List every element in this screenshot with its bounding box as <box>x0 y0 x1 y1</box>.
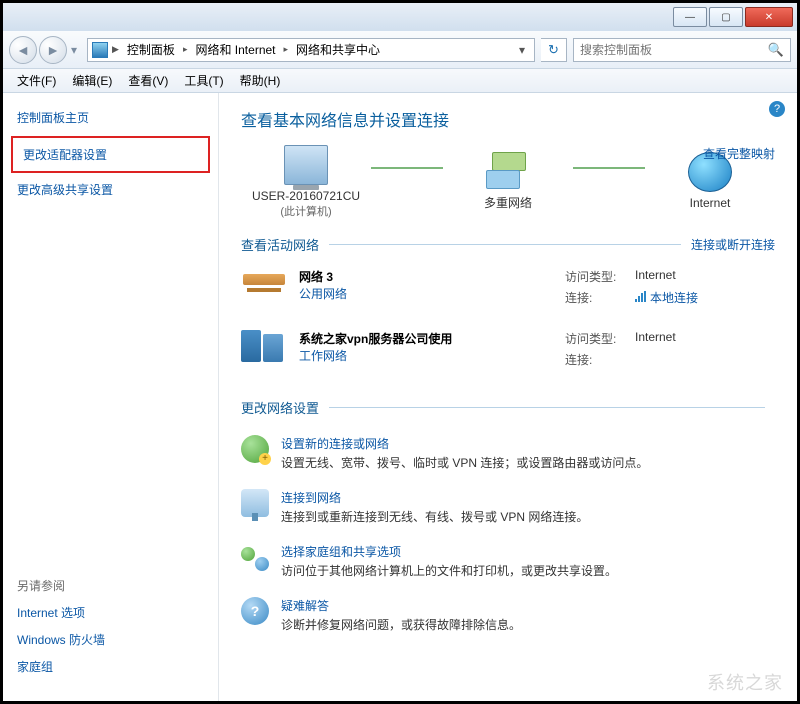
menu-help[interactable]: 帮助(H) <box>232 72 289 89</box>
page-title: 查看基本网络信息并设置连接 <box>241 107 775 131</box>
change-adapter-settings-link[interactable]: 更改适配器设置 <box>23 148 107 162</box>
network-category-link[interactable]: 工作网络 <box>299 349 347 363</box>
breadcrumb-item[interactable]: 控制面板 <box>123 41 179 58</box>
connect-disconnect-link[interactable]: 连接或断开连接 <box>691 236 775 253</box>
map-node-computer: USER-20160721CU (此计算机) <box>241 145 371 219</box>
task-link[interactable]: 连接到网络 <box>281 491 341 505</box>
task-link[interactable]: 设置新的连接或网络 <box>281 437 389 451</box>
breadcrumb-item[interactable]: 网络和共享中心 <box>292 41 384 58</box>
help-icon[interactable]: ? <box>769 101 785 117</box>
menu-file[interactable]: 文件(F) <box>9 72 64 89</box>
active-network-row: 系统之家vpn服务器公司使用 工作网络 访问类型:Internet 连接: <box>241 320 775 382</box>
homegroup-icon <box>241 543 269 571</box>
kv-label: 访问类型: <box>565 330 635 347</box>
history-dropdown[interactable]: ▾ <box>67 43 81 57</box>
map-label: 多重网络 <box>484 196 532 212</box>
task-link[interactable]: 选择家庭组和共享选项 <box>281 545 401 559</box>
network-name: 系统之家vpn服务器公司使用 <box>299 330 452 347</box>
breadcrumb-dropdown[interactable]: ▾ <box>514 43 530 57</box>
task-item: 连接到网络 连接到或重新连接到无线、有线、拨号或 VPN 网络连接。 <box>241 489 775 525</box>
window: — ▢ ✕ ◄ ► ▾ ▶ 控制面板 ▸ 网络和 Internet ▸ 网络和共… <box>0 0 800 704</box>
computer-icon <box>284 145 328 185</box>
map-label: Internet <box>690 196 731 212</box>
control-panel-home-link[interactable]: 控制面板主页 <box>17 109 204 126</box>
highlighted-link-box: 更改适配器设置 <box>11 136 210 173</box>
minimize-button[interactable]: — <box>673 7 707 27</box>
menubar: 文件(F) 编辑(E) 查看(V) 工具(T) 帮助(H) <box>3 69 797 93</box>
search-box[interactable]: 🔍 <box>573 38 791 62</box>
watermark: 系统之家 <box>707 669 783 695</box>
see-also: 另请参阅 Internet 选项 Windows 防火墙 家庭组 <box>17 577 204 685</box>
map-node-multi: 多重网络 <box>443 152 573 212</box>
task-desc: 访问位于其他网络计算机上的文件和打印机，或更改共享设置。 <box>281 562 617 579</box>
see-also-link[interactable]: Internet 选项 <box>17 604 204 621</box>
kv-label: 访问类型: <box>565 268 635 285</box>
titlebar: — ▢ ✕ <box>3 3 797 31</box>
control-panel-icon <box>92 42 108 58</box>
change-advanced-sharing-link[interactable]: 更改高级共享设置 <box>17 181 204 198</box>
active-network-row: 网络 3 公用网络 访问类型:Internet 连接:本地连接 <box>241 258 775 320</box>
breadcrumb[interactable]: ▶ 控制面板 ▸ 网络和 Internet ▸ 网络和共享中心 ▾ <box>87 38 535 62</box>
breadcrumb-sep: ▶ <box>112 44 119 55</box>
public-network-icon <box>241 268 285 306</box>
menu-edit[interactable]: 编辑(E) <box>64 72 120 89</box>
connection-icon <box>635 291 646 302</box>
see-also-link[interactable]: 家庭组 <box>17 658 204 675</box>
body: 控制面板主页 更改适配器设置 更改高级共享设置 另请参阅 Internet 选项… <box>3 93 797 701</box>
forward-button[interactable]: ► <box>39 36 67 64</box>
network-map: USER-20160721CU (此计算机) 多重网络 Internet 查看完… <box>241 145 775 219</box>
map-sublabel: (此计算机) <box>280 205 331 219</box>
menu-tools[interactable]: 工具(T) <box>176 72 231 89</box>
kv-label: 连接: <box>565 289 635 306</box>
main: ? 查看基本网络信息并设置连接 USER-20160721CU (此计算机) 多… <box>219 93 797 701</box>
breadcrumb-item[interactable]: 网络和 Internet <box>191 41 279 58</box>
search-input[interactable] <box>580 43 768 57</box>
task-item: 设置新的连接或网络 设置无线、宽带、拨号、临时或 VPN 连接；或设置路由器或访… <box>241 435 775 471</box>
network-name: 网络 3 <box>299 268 347 285</box>
setup-connection-icon <box>241 435 269 463</box>
multi-network-icon <box>486 152 530 192</box>
breadcrumb-sep: ▸ <box>183 44 188 55</box>
kv-value: Internet <box>635 268 676 285</box>
section-change-settings: 更改网络设置 <box>241 398 775 417</box>
task-item: 选择家庭组和共享选项 访问位于其他网络计算机上的文件和打印机，或更改共享设置。 <box>241 543 775 579</box>
task-link[interactable]: 疑难解答 <box>281 599 329 613</box>
kv-value: Internet <box>635 330 676 347</box>
map-connector <box>573 167 645 169</box>
section-title: 查看活动网络 <box>241 235 319 254</box>
menu-view[interactable]: 查看(V) <box>120 72 176 89</box>
nav-history: ◄ ► ▾ <box>9 36 81 64</box>
task-desc: 连接到或重新连接到无线、有线、拨号或 VPN 网络连接。 <box>281 508 588 525</box>
work-network-icon <box>241 330 285 368</box>
breadcrumb-sep: ▸ <box>284 44 289 55</box>
see-also-heading: 另请参阅 <box>17 577 204 594</box>
section-title: 更改网络设置 <box>241 398 319 417</box>
see-also-link[interactable]: Windows 防火墙 <box>17 631 204 648</box>
section-active-networks: 查看活动网络 连接或断开连接 <box>241 235 775 254</box>
view-full-map-link[interactable]: 查看完整映射 <box>703 145 775 162</box>
sidebar: 控制面板主页 更改适配器设置 更改高级共享设置 另请参阅 Internet 选项… <box>3 93 219 701</box>
task-desc: 设置无线、宽带、拨号、临时或 VPN 连接；或设置路由器或访问点。 <box>281 454 648 471</box>
section-rule <box>329 407 765 408</box>
map-connector <box>371 167 443 169</box>
section-rule <box>329 244 681 245</box>
back-button[interactable]: ◄ <box>9 36 37 64</box>
troubleshoot-icon <box>241 597 269 625</box>
map-label: USER-20160721CU <box>252 189 360 205</box>
task-item: 疑难解答 诊断并修复网络问题，或获得故障排除信息。 <box>241 597 775 633</box>
maximize-button[interactable]: ▢ <box>709 7 743 27</box>
task-desc: 诊断并修复网络问题，或获得故障排除信息。 <box>281 616 521 633</box>
close-button[interactable]: ✕ <box>745 7 793 27</box>
refresh-button[interactable]: ↻ <box>541 38 567 62</box>
kv-label: 连接: <box>565 351 635 368</box>
connection-link[interactable]: 本地连接 <box>635 289 698 306</box>
connect-network-icon <box>241 489 269 517</box>
search-icon[interactable]: 🔍 <box>768 42 784 58</box>
navbar: ◄ ► ▾ ▶ 控制面板 ▸ 网络和 Internet ▸ 网络和共享中心 ▾ … <box>3 31 797 69</box>
network-category-link[interactable]: 公用网络 <box>299 287 347 301</box>
